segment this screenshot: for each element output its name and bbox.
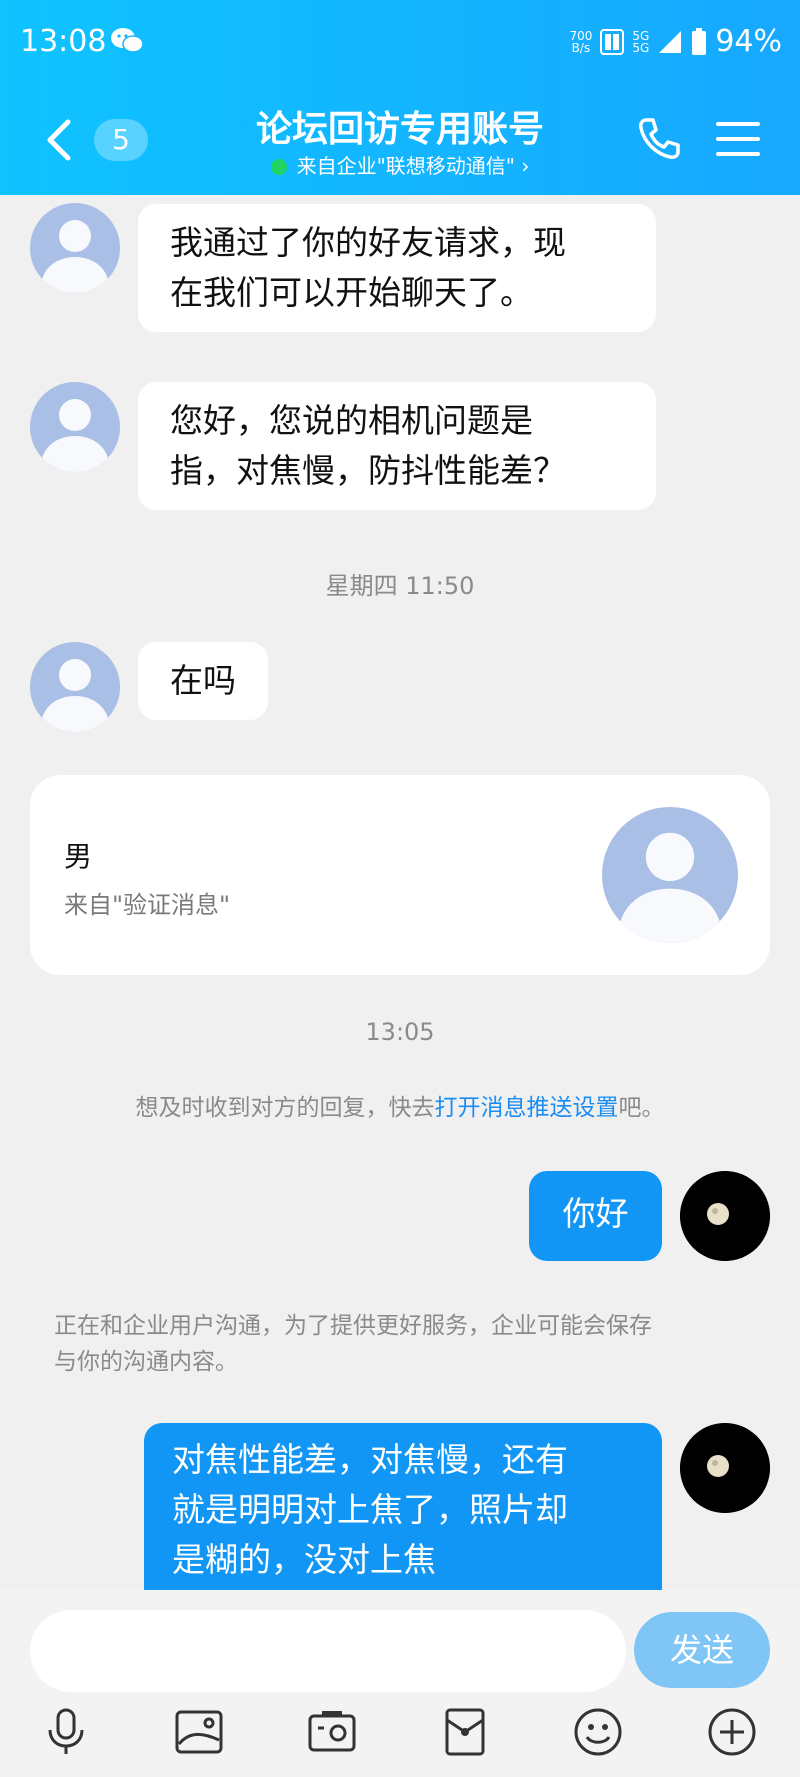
message-input[interactable] [30,1610,626,1692]
push-settings-notice: 想及时收到对方的回复，快去打开消息推送设置吧。 [135,1095,665,1121]
chat-header: 13:08 700 B/s 5G 5G 94% 5 论坛回访专用账号 来自企业"… [0,0,800,195]
default-user-icon [617,832,723,943]
open-push-settings-link[interactable]: 打开消息推送设置 [435,1095,619,1121]
self-avatar[interactable] [680,1171,770,1261]
status-indicators: 700 B/s 5G 5G 94% [569,24,782,59]
default-user-icon [40,399,110,472]
contact-avatar[interactable] [30,203,120,293]
hd-icon [600,28,625,55]
menu-icon[interactable] [716,120,760,158]
online-status-icon [270,159,287,175]
plus-icon[interactable] [706,1706,758,1758]
emoji-icon[interactable] [572,1706,624,1758]
contact-avatar[interactable] [30,382,120,472]
moon-icon [680,1423,770,1513]
default-user-icon [40,220,110,293]
self-avatar[interactable] [680,1423,770,1513]
incoming-message[interactable]: 在吗 [138,642,268,720]
moon-icon [680,1171,770,1261]
enterprise-notice: 正在和企业用户沟通，为了提供更好服务，企业可能会保存 与你的沟通内容。 [54,1313,652,1375]
signal-icon [659,30,682,53]
send-button[interactable]: 发送 [634,1612,770,1688]
battery-percent: 94% [715,24,782,59]
incoming-message[interactable]: 我通过了你的好友请求，现 在我们可以开始聊天了。 [138,204,656,332]
message-timestamp: 星期四 11:50 [325,572,475,600]
message-timestamp: 13:05 [365,1018,435,1046]
red-packet-icon[interactable] [439,1706,491,1758]
incoming-message[interactable]: 您好，您说的相机问题是 指，对焦慢，防抖性能差？ [138,382,656,510]
image-icon[interactable] [173,1706,225,1758]
battery-icon [692,27,707,55]
card-avatar [602,807,738,943]
camera-icon[interactable] [306,1706,358,1758]
card-name: 男 [64,840,93,873]
contact-avatar[interactable] [30,642,120,732]
contact-card[interactable]: 男 来自"验证消息" [30,775,770,975]
default-user-icon [40,659,110,732]
microphone-icon[interactable] [40,1706,92,1758]
network-type: 5G 5G [632,28,650,55]
card-source: 来自"验证消息" [64,891,231,919]
status-time: 13:08 [20,24,107,59]
composer-bar: 发送 [0,1590,800,1777]
outgoing-message[interactable]: 你好 [529,1171,662,1261]
phone-call-icon[interactable] [636,116,682,162]
net-speed: 700 B/s [569,28,593,55]
wechat-icon [111,28,144,53]
